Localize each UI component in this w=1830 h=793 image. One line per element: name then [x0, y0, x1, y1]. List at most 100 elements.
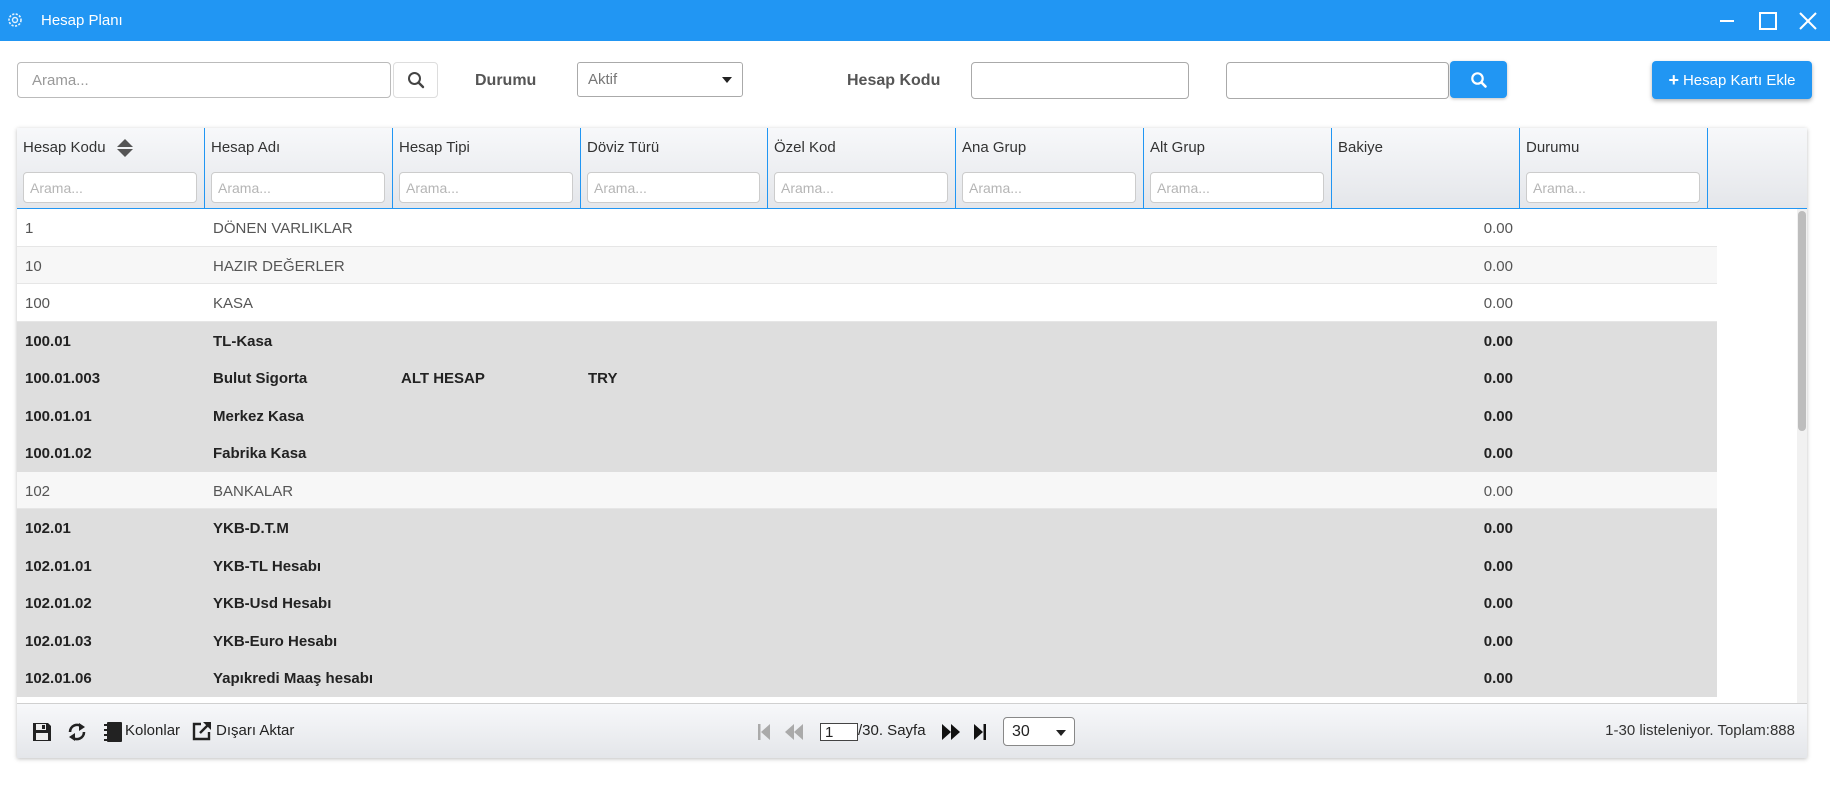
table-row[interactable]: 1 DÖNEN VARLIKLAR 0.00: [17, 209, 1717, 247]
cell-balance: 0.00: [1483, 332, 1513, 350]
grid-body: 1 DÖNEN VARLIKLAR 0.00 10 HAZIR DEĞERLER 0.00…: [17, 209, 1717, 703]
table-row[interactable]: 100.01.01 Merkez Kasa 0.00: [17, 396, 1717, 434]
export-icon[interactable]: [192, 721, 212, 741]
column-account-name[interactable]: Hesap Adı: [205, 128, 393, 209]
account-code-input[interactable]: [971, 62, 1189, 99]
table-row[interactable]: 100.01 TL-Kasa 0.00: [17, 321, 1717, 359]
page-size-value: 30: [1012, 723, 1030, 740]
secondary-search-input[interactable]: [1226, 62, 1449, 99]
minimize-icon[interactable]: [1715, 9, 1739, 33]
table-row[interactable]: 100 KASA 0.00: [17, 284, 1717, 322]
current-page-input[interactable]: [820, 723, 858, 741]
status-select[interactable]: Aktif: [577, 62, 743, 97]
vertical-scrollbar[interactable]: [1797, 209, 1807, 703]
cell-account-name: Yapıkredi Maaş hesabı: [213, 670, 374, 687]
table-row[interactable]: 100.01.003 Bulut Sigorta ALT HESAP TRY 0.00: [17, 359, 1717, 397]
account-search-button[interactable]: [1450, 61, 1507, 98]
refresh-icon[interactable]: [66, 721, 88, 743]
table-row[interactable]: 10 HAZIR DEĞERLER 0.00: [17, 246, 1717, 284]
columns-button-label[interactable]: Kolonlar: [125, 722, 180, 739]
title-bar: Hesap Planı: [0, 0, 1830, 41]
column-sub-group[interactable]: Alt Grup: [1144, 128, 1332, 209]
column-header-label: Hesap Kodu: [23, 139, 106, 156]
cell-account-name: KASA: [213, 295, 254, 312]
search-input[interactable]: [17, 62, 391, 98]
add-account-card-label: Hesap Kartı Ekle: [1682, 71, 1796, 89]
cell-account-name: YKB-TL Hesabı: [213, 557, 322, 575]
cell-balance: 0.00: [1483, 370, 1513, 387]
search-icon: [1470, 71, 1487, 88]
column-balance[interactable]: Bakiye: [1332, 128, 1520, 209]
filter-sub-group[interactable]: [1150, 172, 1324, 203]
cell-balance: 0.00: [1483, 257, 1513, 275]
column-account-code[interactable]: Hesap Kodu: [17, 128, 205, 209]
cell-account-name: HAZIR DEĞERLER: [213, 257, 345, 275]
cell-account-code: 10: [25, 257, 42, 275]
cell-balance: 0.00: [1483, 220, 1513, 237]
search-button[interactable]: [393, 62, 438, 98]
column-special-code[interactable]: Özel Kod: [768, 128, 956, 209]
save-icon[interactable]: [31, 721, 53, 743]
last-page-icon[interactable]: [973, 723, 987, 741]
previous-page-icon[interactable]: [784, 723, 804, 741]
cell-account-name: YKB-Euro Hesabı: [213, 632, 338, 650]
cell-account-code: 102.01: [25, 520, 71, 537]
filter-account-type[interactable]: [399, 172, 573, 203]
cell-currency: TRY: [588, 370, 618, 387]
page-size-select[interactable]: 30: [1003, 717, 1075, 746]
table-row[interactable]: 102.01.03 YKB-Euro Hesabı 0.00: [17, 621, 1717, 659]
grid-header: Hesap Kodu Hesap Adı Hesap Tipi Döviz Tü…: [17, 128, 1807, 209]
account-code-label: Hesap Kodu: [847, 72, 941, 89]
filter-main-group[interactable]: [962, 172, 1136, 203]
table-row[interactable]: 102 BANKALAR 0.00: [17, 471, 1717, 509]
cell-account-name: YKB-Usd Hesabı: [213, 595, 332, 612]
cell-balance: 0.00: [1483, 482, 1513, 500]
cell-account-type: ALT HESAP: [401, 370, 485, 387]
chevron-down-icon: [1056, 730, 1066, 736]
filter-account-code[interactable]: [23, 172, 197, 203]
add-account-card-button[interactable]: + Hesap Kartı Ekle: [1652, 61, 1812, 99]
scrollbar-thumb[interactable]: [1798, 211, 1806, 431]
cell-account-code: 100: [25, 295, 51, 312]
gear-icon: [8, 13, 22, 27]
sort-icon[interactable]: [116, 136, 134, 160]
table-row[interactable]: 102.01.02 YKB-Usd Hesabı 0.00: [17, 584, 1717, 622]
filter-currency[interactable]: [587, 172, 760, 203]
first-page-icon[interactable]: [757, 723, 771, 741]
column-header-label: Hesap Tipi: [399, 139, 470, 156]
next-page-icon[interactable]: [941, 723, 961, 741]
cell-account-code: 102.01.02: [25, 595, 92, 612]
cell-account-code: 1: [25, 220, 34, 237]
cell-balance: 0.00: [1483, 407, 1513, 425]
column-account-type[interactable]: Hesap Tipi: [393, 128, 581, 209]
cell-balance: 0.00: [1483, 520, 1513, 537]
cell-balance: 0.00: [1483, 445, 1513, 462]
maximize-icon[interactable]: [1756, 9, 1780, 33]
plus-icon: +: [1668, 70, 1679, 90]
cell-account-code: 102.01.03: [25, 632, 92, 650]
columns-icon[interactable]: [103, 721, 123, 743]
cell-account-code: 102.01.06: [25, 670, 92, 687]
cell-balance: 0.00: [1483, 595, 1513, 612]
export-button-label[interactable]: Dışarı Aktar: [216, 722, 294, 739]
filter-special-code[interactable]: [774, 172, 948, 203]
search-icon: [407, 72, 424, 89]
table-row[interactable]: 100.01.02 Fabrika Kasa 0.00: [17, 434, 1717, 472]
cell-account-name: Bulut Sigorta: [213, 370, 308, 387]
close-icon[interactable]: [1796, 9, 1820, 33]
table-row[interactable]: 102.01.06 Yapıkredi Maaş hesabı 0.00: [17, 659, 1717, 697]
status-label: Durumu: [475, 72, 537, 89]
column-header-label: Döviz Türü: [587, 139, 660, 156]
column-currency[interactable]: Döviz Türü: [581, 128, 768, 209]
table-row[interactable]: 102.01 YKB-D.T.M 0.00: [17, 509, 1717, 547]
column-status[interactable]: Durumu: [1520, 128, 1708, 209]
filter-account-name[interactable]: [211, 172, 385, 203]
record-summary: 1-30 listeleniyor. Toplam:888: [1605, 722, 1795, 739]
cell-account-code: 100.01.003: [25, 370, 101, 387]
cell-account-name: DÖNEN VARLIKLAR: [213, 220, 353, 237]
cell-account-name: BANKALAR: [213, 482, 294, 500]
filter-status[interactable]: [1526, 172, 1700, 203]
cell-account-code: 102: [25, 482, 51, 500]
column-main-group[interactable]: Ana Grup: [956, 128, 1144, 209]
table-row[interactable]: 102.01.01 YKB-TL Hesabı 0.00: [17, 546, 1717, 584]
